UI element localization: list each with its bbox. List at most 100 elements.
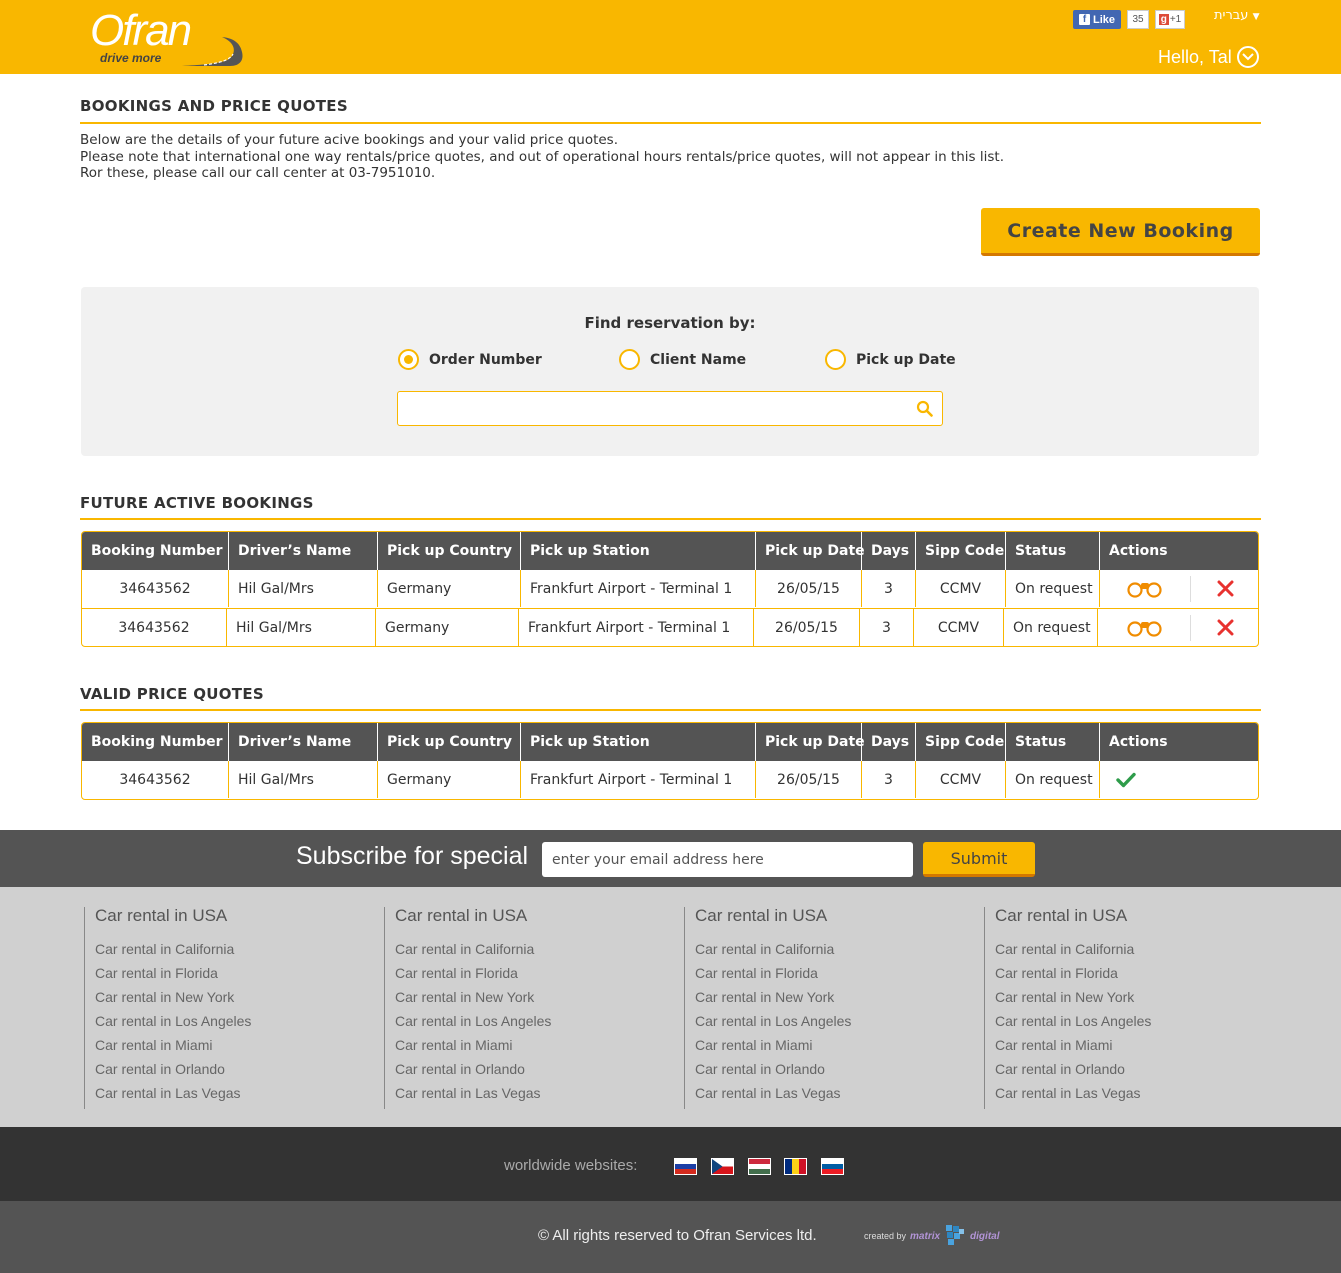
footer-link[interactable]: Car rental in Orlando	[95, 1061, 364, 1085]
radio-order-number[interactable]: Order Number	[398, 349, 542, 370]
radio-button-selected[interactable]	[398, 349, 419, 370]
pickup-country: Germany	[378, 761, 521, 798]
footer-links: Car rental in USA Car rental in Californ…	[0, 887, 1341, 1127]
row-actions	[1126, 609, 1234, 646]
footer-link[interactable]: Car rental in New York	[395, 989, 664, 1013]
booking-number[interactable]: 34643562	[82, 570, 229, 607]
footer-link[interactable]: Car rental in Los Angeles	[995, 1013, 1264, 1037]
radio-button[interactable]	[619, 349, 640, 370]
actions-cell	[1100, 570, 1258, 607]
subscribe-submit-button[interactable]: Submit	[923, 842, 1035, 877]
footer-link[interactable]: Car rental in California	[395, 941, 664, 965]
footer-link[interactable]: Car rental in Los Angeles	[95, 1013, 364, 1037]
column-header: Actions	[1109, 734, 1168, 750]
pickup-station: Frankfurt Airport - Terminal 1	[521, 570, 756, 607]
radio-client-name[interactable]: Client Name	[619, 349, 746, 370]
language-label: עברית	[1214, 8, 1249, 23]
footer-link[interactable]: Car rental in Miami	[395, 1037, 664, 1061]
footer-column-heading[interactable]: Car rental in USA	[395, 906, 664, 929]
status: On request	[1006, 761, 1100, 798]
cancel-icon[interactable]	[1217, 580, 1234, 597]
footer-link[interactable]: Car rental in Las Vegas	[995, 1085, 1264, 1109]
facebook-like-button[interactable]: f Like	[1073, 10, 1121, 29]
footer-link[interactable]: Car rental in California	[95, 941, 364, 965]
agency-name-part2: digital	[970, 1230, 1000, 1242]
action-divider	[1190, 614, 1191, 641]
footer-link[interactable]: Car rental in California	[695, 941, 964, 965]
footer-link[interactable]: Car rental in Las Vegas	[695, 1085, 964, 1109]
search-icon[interactable]	[916, 400, 933, 417]
footer-link[interactable]: Car rental in New York	[95, 989, 364, 1013]
booking-number[interactable]: 34643562	[82, 609, 227, 646]
romania-flag-icon[interactable]	[784, 1158, 807, 1175]
footer-link[interactable]: Car rental in Florida	[95, 965, 364, 989]
booking-number[interactable]: 34643562	[82, 761, 229, 798]
footer-link[interactable]: Car rental in New York	[995, 989, 1264, 1013]
subscribe-email-input[interactable]	[542, 842, 913, 877]
column-header: Pick up Station	[521, 532, 756, 570]
intro-text: Below are the details of your future aci…	[80, 132, 1004, 182]
google-plus-label: +1	[1169, 14, 1182, 25]
footer-link[interactable]: Car rental in Miami	[95, 1037, 364, 1061]
footer-link[interactable]: Car rental in Florida	[395, 965, 664, 989]
footer-link[interactable]: Car rental in Los Angeles	[395, 1013, 664, 1037]
copyright-bar: © All rights reserved to Ofran Services …	[0, 1201, 1341, 1273]
column-header: Status	[1006, 723, 1100, 761]
reservation-search-input[interactable]	[397, 391, 943, 426]
subscribe-title: Subscribe for special	[296, 842, 529, 870]
radio-label: Order Number	[429, 351, 542, 368]
footer-link[interactable]: Car rental in Florida	[995, 965, 1264, 989]
site-header: Ofran drive more f Like 35 g +1 עברית ▼ …	[0, 0, 1341, 74]
table-row: 34643562 Hil Gal/Mrs Germany Frankfurt A…	[82, 761, 1258, 799]
column-header: Booking Number	[82, 532, 229, 570]
user-menu[interactable]: Hello, Tal	[1158, 46, 1259, 68]
footer-link[interactable]: Car rental in Los Angeles	[695, 1013, 964, 1037]
driver-name: Hil Gal/Mrs	[229, 761, 378, 798]
table-header: Booking Number Driver’s Name Pick up Cou…	[82, 532, 1258, 570]
chevron-down-circle-icon[interactable]	[1236, 46, 1259, 68]
footer-column-heading[interactable]: Car rental in USA	[695, 906, 964, 929]
cancel-icon[interactable]	[1217, 619, 1234, 636]
column-header: Days	[862, 723, 916, 761]
caret-down-icon: ▼	[1252, 12, 1260, 22]
ofran-logo[interactable]: Ofran drive more	[90, 6, 250, 68]
radio-button[interactable]	[825, 349, 846, 370]
google-plus-button[interactable]: g +1	[1155, 10, 1185, 29]
footer-link[interactable]: Car rental in Orlando	[995, 1061, 1264, 1085]
footer-link[interactable]: Car rental in Orlando	[395, 1061, 664, 1085]
russia-flag-icon[interactable]	[674, 1158, 697, 1175]
footer-link[interactable]: Car rental in Las Vegas	[395, 1085, 664, 1109]
sipp-code: CCMV	[916, 761, 1006, 798]
footer-link[interactable]: Car rental in New York	[695, 989, 964, 1013]
footer-link[interactable]: Car rental in Las Vegas	[95, 1085, 364, 1109]
hungary-flag-icon[interactable]	[748, 1158, 771, 1175]
binoculars-icon[interactable]	[1126, 580, 1164, 598]
footer-link[interactable]: Car rental in Miami	[995, 1037, 1264, 1061]
footer-link[interactable]: Car rental in California	[995, 941, 1264, 965]
driver-name: Hil Gal/Mrs	[229, 570, 378, 607]
agency-credit[interactable]: created by matrix digital	[864, 1223, 1000, 1249]
created-by-label: created by	[864, 1231, 907, 1241]
page-title: BOOKINGS AND PRICE QUOTES	[80, 97, 348, 115]
footer-link[interactable]: Car rental in Miami	[695, 1037, 964, 1061]
column-header: Pick up Date	[756, 532, 865, 570]
footer-link[interactable]: Car rental in Florida	[695, 965, 964, 989]
footer-link[interactable]: Car rental in Orlando	[695, 1061, 964, 1085]
column-header: Pick up Date	[756, 723, 865, 761]
future-bookings-divider	[80, 518, 1261, 520]
price-quotes-divider	[80, 709, 1261, 711]
intro-line-1: Below are the details of your future aci…	[80, 132, 619, 148]
pickup-date: 26/05/15	[756, 570, 862, 607]
intro-line-3: Ror these, please call our call center a…	[80, 165, 436, 181]
radio-pickup-date[interactable]: Pick up Date	[825, 349, 956, 370]
language-selector[interactable]: עברית ▼	[1214, 8, 1260, 23]
binoculars-icon[interactable]	[1126, 619, 1164, 637]
column-header: Status	[1006, 532, 1100, 570]
create-new-booking-button[interactable]: Create New Booking	[981, 208, 1260, 256]
footer-column-heading[interactable]: Car rental in USA	[995, 906, 1264, 929]
footer-column-heading[interactable]: Car rental in USA	[95, 906, 364, 929]
slovenia-flag-icon[interactable]	[821, 1158, 844, 1175]
days: 3	[862, 761, 916, 798]
czech-flag-icon[interactable]	[711, 1158, 734, 1175]
check-icon[interactable]	[1116, 772, 1136, 788]
